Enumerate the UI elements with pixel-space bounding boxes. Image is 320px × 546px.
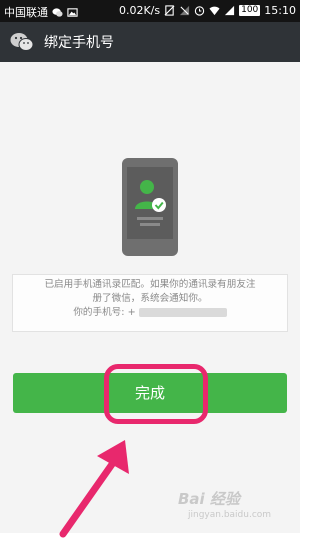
wechat-icon bbox=[52, 7, 63, 18]
battery-level: 100 bbox=[239, 5, 261, 16]
info-text-line1: 已启用手机通讯录匹配。如果你的通讯录有朋友注 bbox=[44, 279, 256, 290]
signal-icon bbox=[224, 5, 235, 16]
no-sim-icon bbox=[164, 5, 175, 16]
phone-number-redacted bbox=[138, 307, 227, 317]
alarm-icon bbox=[194, 5, 205, 16]
image-icon bbox=[67, 7, 78, 18]
watermark-logo: Bai 经验 bbox=[178, 490, 240, 508]
page-title: 绑定手机号 bbox=[44, 35, 114, 51]
highlight-annotation bbox=[104, 364, 208, 424]
carrier-label: 中国联通 bbox=[4, 6, 48, 19]
network-speed: 0.02K/s bbox=[118, 4, 161, 17]
wifi-icon bbox=[209, 5, 220, 16]
main-content: 已启用手机通讯录匹配。如果你的通讯录有朋友注 册了微信，系统会通知你。 你的手机… bbox=[0, 62, 300, 538]
clock: 15:10 bbox=[264, 4, 296, 17]
wechat-logo-icon[interactable] bbox=[10, 31, 34, 53]
pointer-arrow-icon bbox=[55, 432, 155, 542]
match-info-box: 已启用手机通讯录匹配。如果你的通讯录有朋友注 册了微信，系统会通知你。 你的手机… bbox=[12, 274, 288, 332]
phone-number-label: 你的手机号: + bbox=[73, 307, 136, 318]
phone-contact-verified-icon bbox=[121, 157, 179, 257]
watermark-url: jingyan.baidu.com bbox=[188, 510, 272, 520]
titlebar: 绑定手机号 bbox=[0, 22, 300, 62]
info-text-line2: 册了微信，系统会通知你。 bbox=[92, 293, 208, 304]
signal-off-icon bbox=[179, 5, 190, 16]
status-bar: 中国联通 0.02K/s 100 15:10 bbox=[0, 0, 300, 22]
phone-number-row: 你的手机号: + bbox=[17, 306, 283, 320]
